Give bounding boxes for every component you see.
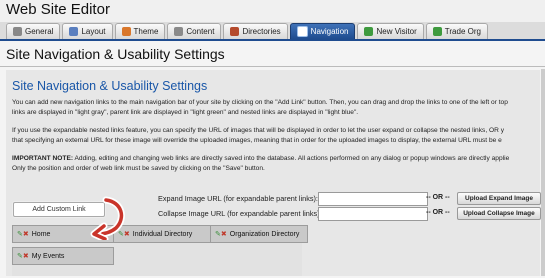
nav-link-label: My Events xyxy=(31,252,65,260)
tab-label: Content xyxy=(186,27,215,36)
edit-delete-icon[interactable]: ✎✖ xyxy=(17,252,29,260)
gear-icon xyxy=(13,27,22,36)
document-icon xyxy=(174,27,184,36)
page-title: Site Navigation & Usability Settings xyxy=(6,46,225,62)
expand-url-input[interactable] xyxy=(318,192,428,206)
important-note-text: Adding, editing and changing web links a… xyxy=(73,155,510,162)
intro-text-line-2: links are displayed in "light gray", par… xyxy=(12,109,359,116)
collapse-url-input[interactable] xyxy=(318,207,428,221)
folder-icon xyxy=(230,27,240,36)
tab-navigation[interactable]: Navigation xyxy=(289,23,356,39)
upload-collapse-image-button[interactable]: Upload Collapse Image xyxy=(457,207,541,220)
collapse-url-label: Collapse Image URL (for expandable paren… xyxy=(158,209,322,218)
visitor-icon xyxy=(364,27,374,36)
tab-label: Navigation xyxy=(310,27,349,36)
palette-icon xyxy=(121,27,131,36)
scrollbar[interactable] xyxy=(541,69,545,276)
collapse-or-label: -- OR -- xyxy=(426,209,450,216)
nav-link-label: Organization Directory xyxy=(229,230,300,238)
tab-label: New Visitor xyxy=(376,27,417,36)
tab-general[interactable]: General xyxy=(6,23,61,39)
tab-trade-org[interactable]: Trade Org xyxy=(425,23,488,39)
important-note-line-1: IMPORTANT NOTE: Adding, editing and chan… xyxy=(12,154,509,164)
tab-new-visitor[interactable]: New Visitor xyxy=(357,23,424,39)
edit-delete-icon[interactable]: ✎✖ xyxy=(215,230,227,238)
window-titlebar: Web Site Editor xyxy=(0,0,545,22)
layout-icon xyxy=(69,27,79,36)
expand-text-line-1: If you use the expandable nested links f… xyxy=(12,127,505,134)
expand-url-label: Expand Image URL (for expandable parent … xyxy=(158,194,318,203)
navigation-icon xyxy=(296,26,308,37)
edit-delete-icon[interactable]: ✎✖ xyxy=(17,230,29,238)
nav-link-my-events[interactable]: ✎✖ My Events xyxy=(12,247,114,265)
tab-label: Trade Org xyxy=(444,27,481,36)
tab-label: Theme xyxy=(133,27,159,36)
upload-expand-image-button[interactable]: Upload Expand Image xyxy=(457,192,541,205)
section-title: Site Navigation & Usability Settings xyxy=(12,79,208,93)
tab-theme[interactable]: Theme xyxy=(114,23,166,39)
nav-link-organization-directory[interactable]: ✎✖ Organization Directory xyxy=(210,225,308,243)
tab-bar: General Layout Theme Content Directories Navi… xyxy=(6,23,488,39)
expand-text-line-2: that specifying an external URL for thes… xyxy=(12,137,502,144)
divider xyxy=(0,66,545,67)
curved-arrow-icon xyxy=(90,196,125,240)
trade-org-icon xyxy=(432,27,442,36)
nav-link-label: Home xyxy=(31,230,51,238)
tab-label: General xyxy=(25,27,54,36)
tab-label: Layout xyxy=(81,27,106,36)
important-note-line-2: Only the position and order of web link … xyxy=(12,165,265,172)
tab-label: Directories xyxy=(242,27,281,36)
window-title: Web Site Editor xyxy=(6,1,110,18)
expand-or-label: -- OR -- xyxy=(426,194,450,201)
tab-directories[interactable]: Directories xyxy=(223,23,288,39)
intro-text-line-1: You can add new navigation links to the … xyxy=(12,99,508,106)
tab-content[interactable]: Content xyxy=(167,23,222,39)
tab-layout[interactable]: Layout xyxy=(62,23,113,39)
nav-link-label: Individual Directory xyxy=(132,230,193,238)
important-note-label: IMPORTANT NOTE: xyxy=(12,155,74,162)
